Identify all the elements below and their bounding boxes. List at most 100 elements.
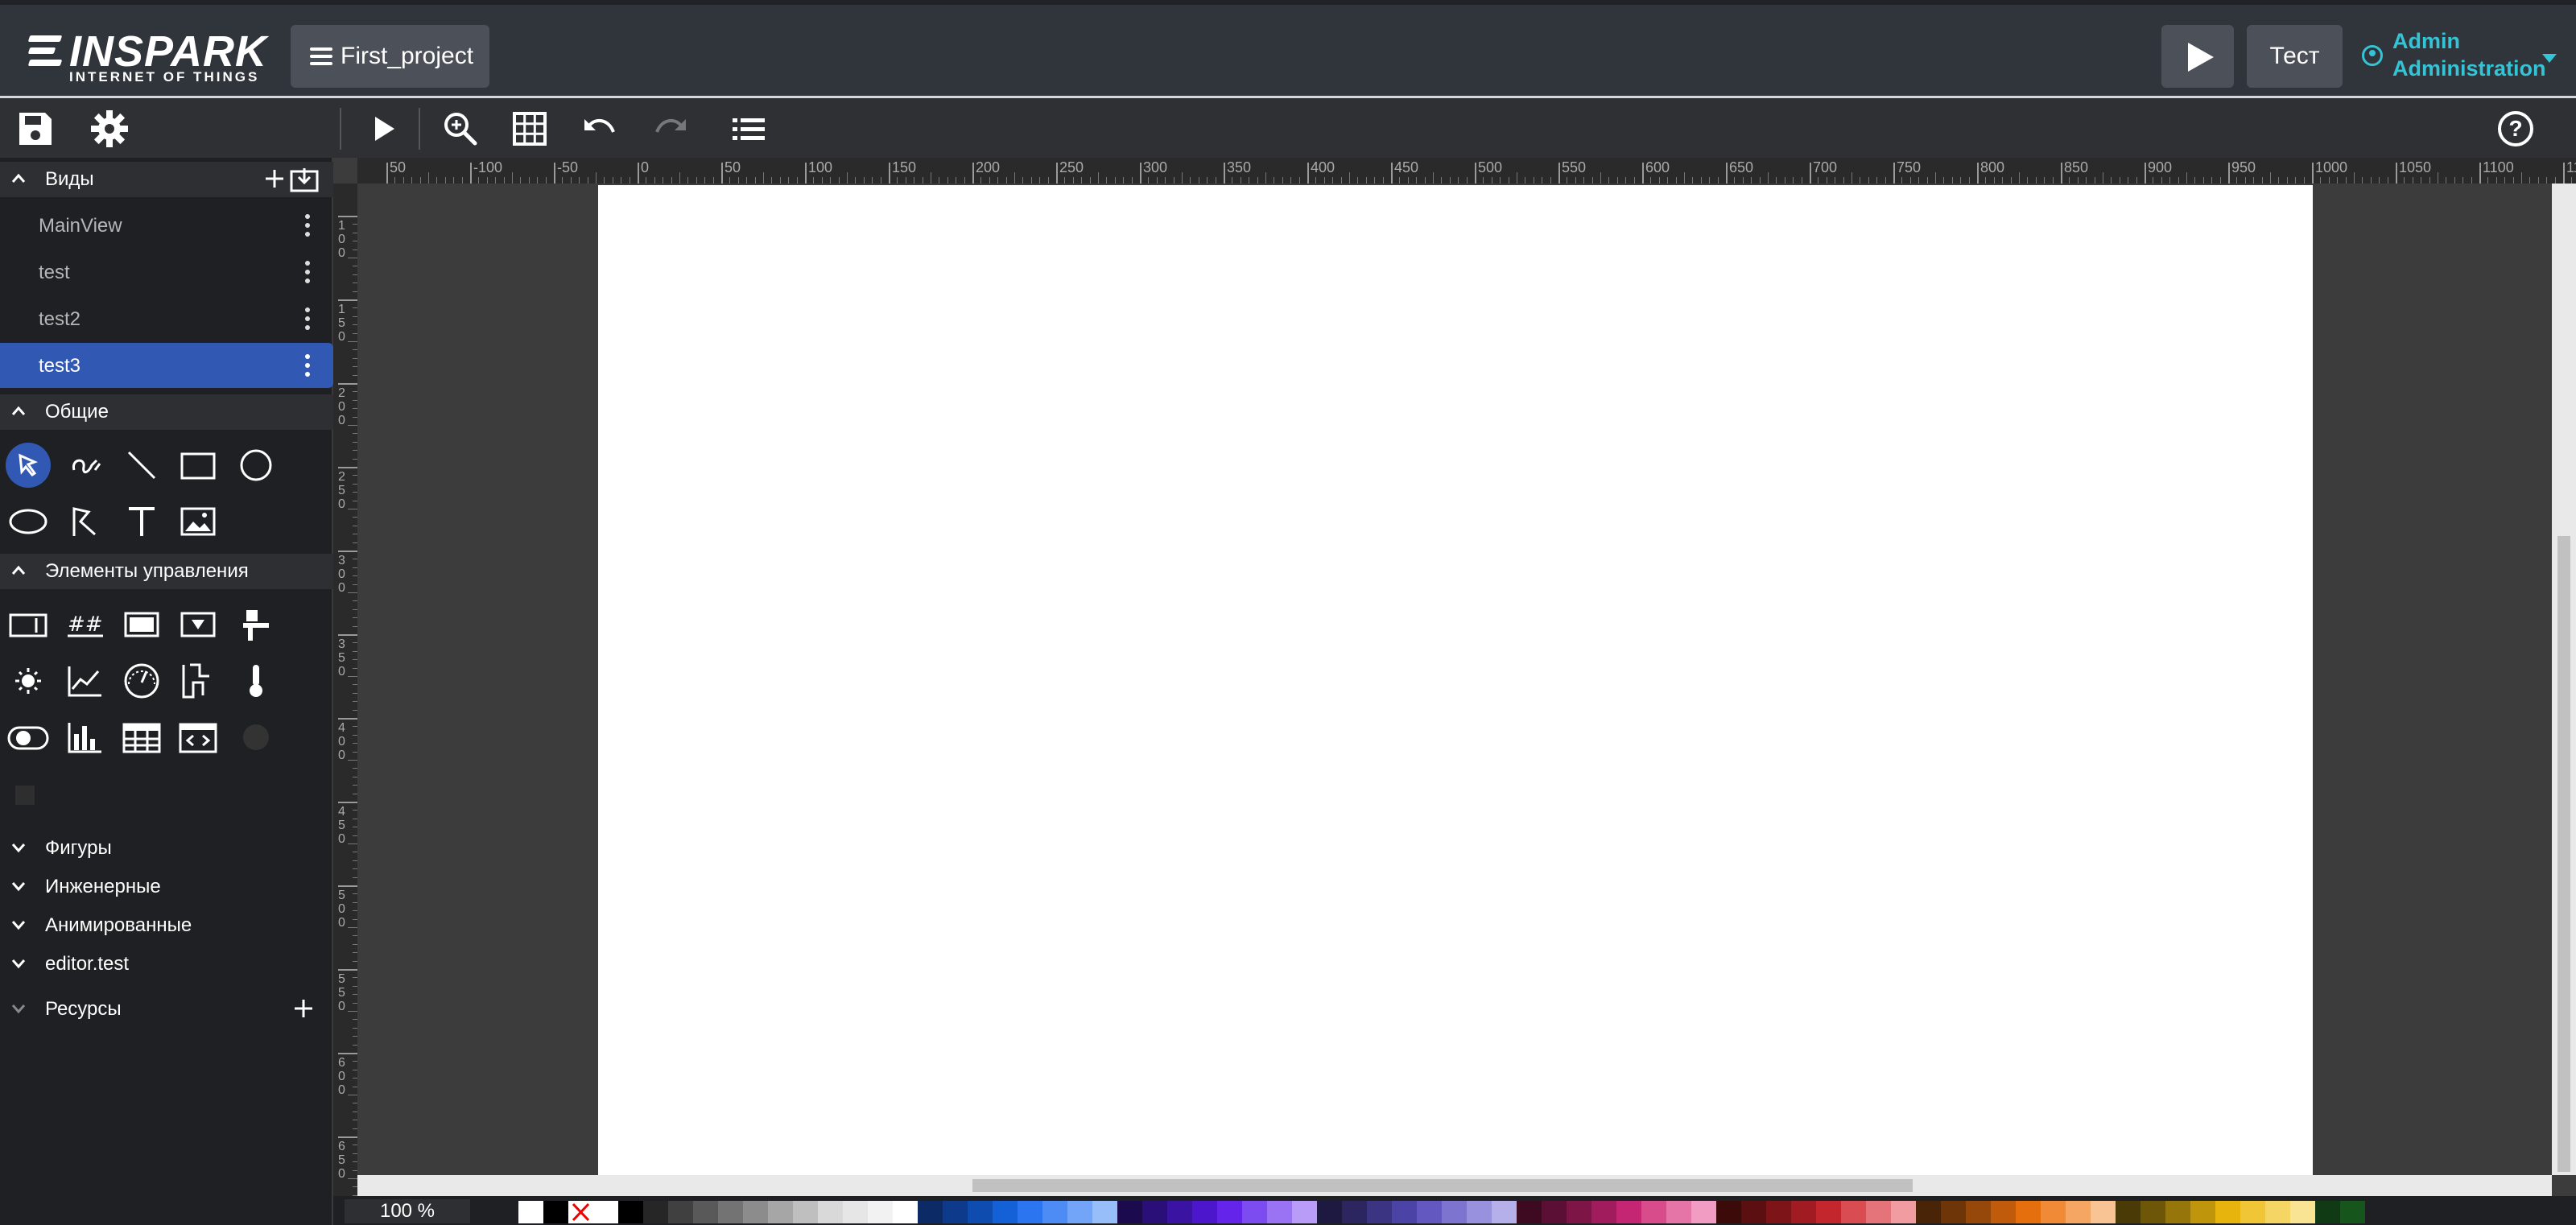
shapes-section-header[interactable]: Фигуры	[0, 831, 333, 866]
image-tool[interactable]	[175, 499, 221, 544]
views-section-header[interactable]: Виды	[0, 162, 333, 197]
color-swatch[interactable]	[2215, 1201, 2240, 1223]
run-project-button[interactable]	[2161, 25, 2234, 88]
color-swatch[interactable]	[2041, 1201, 2066, 1223]
dropdown-control[interactable]	[175, 602, 221, 647]
freehand-tool[interactable]	[63, 443, 108, 488]
color-swatch[interactable]	[893, 1201, 918, 1223]
trend-control[interactable]	[63, 658, 108, 703]
help-button[interactable]: ?	[2498, 111, 2533, 146]
engineering-section-header[interactable]: Инженерные	[0, 869, 333, 905]
color-swatch[interactable]	[1741, 1201, 1766, 1223]
color-swatch[interactable]	[943, 1201, 968, 1223]
button-control[interactable]	[119, 602, 164, 647]
view-item-test2[interactable]: test2	[0, 296, 333, 341]
color-swatch[interactable]	[1267, 1201, 1292, 1223]
import-view-icon[interactable]	[290, 167, 319, 192]
animated-section-header[interactable]: Анимированные	[0, 908, 333, 943]
zoom-button[interactable]	[438, 106, 483, 151]
color-swatch[interactable]	[1941, 1201, 1966, 1223]
color-swatch[interactable]	[693, 1201, 718, 1223]
vertical-scrollbar[interactable]	[2552, 184, 2576, 1175]
color-swatch[interactable]	[2140, 1201, 2165, 1223]
color-swatch[interactable]	[2290, 1201, 2315, 1223]
thermometer-control[interactable]	[233, 658, 279, 703]
color-swatch[interactable]	[768, 1201, 793, 1223]
color-swatch[interactable]	[2190, 1201, 2215, 1223]
slider-control[interactable]	[233, 602, 279, 647]
color-swatch[interactable]	[1616, 1201, 1641, 1223]
view-item-test3[interactable]: test3	[0, 343, 333, 388]
lamp-control[interactable]	[6, 658, 51, 703]
color-swatch[interactable]	[1417, 1201, 1442, 1223]
color-swatch[interactable]	[1591, 1201, 1616, 1223]
test-button[interactable]: Тест	[2247, 25, 2343, 88]
project-menu-button[interactable]: First_project	[291, 25, 489, 88]
color-swatch[interactable]	[843, 1201, 868, 1223]
color-swatch[interactable]	[793, 1201, 818, 1223]
add-view-icon[interactable]	[264, 168, 285, 189]
color-swatch[interactable]	[1217, 1201, 1242, 1223]
color-swatch[interactable]	[1891, 1201, 1916, 1223]
color-swatch[interactable]	[1766, 1201, 1791, 1223]
color-swatch[interactable]	[2265, 1201, 2290, 1223]
color-swatch[interactable]	[1816, 1201, 1841, 1223]
controls-section-header[interactable]: Элементы управления	[0, 554, 333, 589]
settings-button[interactable]	[87, 106, 132, 151]
preview-button[interactable]	[361, 106, 406, 151]
color-swatch[interactable]	[1966, 1201, 1991, 1223]
table-control[interactable]	[119, 715, 164, 760]
color-swatch[interactable]	[593, 1201, 618, 1223]
color-swatch[interactable]	[2165, 1201, 2190, 1223]
color-swatch[interactable]	[2066, 1201, 2091, 1223]
color-swatch[interactable]	[1242, 1201, 1267, 1223]
color-swatch[interactable]	[743, 1201, 768, 1223]
color-swatch[interactable]	[1791, 1201, 1816, 1223]
canvas-page[interactable]	[598, 185, 2313, 1175]
color-swatch[interactable]	[868, 1201, 893, 1223]
input-control[interactable]	[6, 602, 51, 647]
color-swatch[interactable]	[1392, 1201, 1417, 1223]
line-tool[interactable]	[119, 443, 164, 488]
color-swatch[interactable]	[1991, 1201, 2016, 1223]
more-vert-icon[interactable]	[304, 307, 311, 330]
color-swatch[interactable]	[718, 1201, 743, 1223]
color-swatch[interactable]	[1567, 1201, 1591, 1223]
save-button[interactable]	[13, 106, 58, 151]
color-swatch[interactable]	[1042, 1201, 1067, 1223]
gauge-control[interactable]	[119, 658, 164, 703]
color-swatch[interactable]	[518, 1201, 543, 1223]
inspark-logo[interactable]: INSPARK INTERNET OF THINGS	[27, 27, 266, 87]
html-control[interactable]	[175, 715, 221, 760]
color-swatch[interactable]	[1691, 1201, 1716, 1223]
color-swatch[interactable]	[618, 1201, 643, 1223]
color-swatch[interactable]	[2315, 1201, 2340, 1223]
color-swatch[interactable]	[918, 1201, 943, 1223]
color-swatch[interactable]	[1292, 1201, 1317, 1223]
color-swatch[interactable]	[1442, 1201, 1467, 1223]
circle-tool[interactable]	[233, 443, 279, 488]
general-section-header[interactable]: Общие	[0, 394, 333, 430]
more-vert-icon[interactable]	[304, 214, 311, 237]
layers-button[interactable]	[726, 106, 771, 151]
color-swatch[interactable]	[2091, 1201, 2116, 1223]
color-swatch[interactable]	[1142, 1201, 1167, 1223]
grid-toggle-button[interactable]	[507, 106, 552, 151]
color-swatch[interactable]	[1666, 1201, 1691, 1223]
color-swatch[interactable]	[1018, 1201, 1042, 1223]
color-swatch[interactable]	[818, 1201, 843, 1223]
color-swatch[interactable]	[1492, 1201, 1517, 1223]
color-swatch[interactable]	[1367, 1201, 1392, 1223]
add-resource-icon[interactable]	[293, 998, 314, 1019]
more-vert-icon[interactable]	[304, 261, 311, 283]
toggle-control[interactable]	[6, 715, 51, 760]
color-swatch[interactable]	[1716, 1201, 1741, 1223]
color-swatch[interactable]	[1317, 1201, 1342, 1223]
color-swatch[interactable]	[1092, 1201, 1117, 1223]
color-swatch[interactable]	[1641, 1201, 1666, 1223]
bar-chart-control[interactable]	[63, 715, 108, 760]
color-swatch[interactable]	[1916, 1201, 1941, 1223]
color-swatch[interactable]	[2240, 1201, 2265, 1223]
view-item-mainview[interactable]: MainView	[0, 203, 333, 248]
rectangle-tool[interactable]	[175, 443, 221, 488]
